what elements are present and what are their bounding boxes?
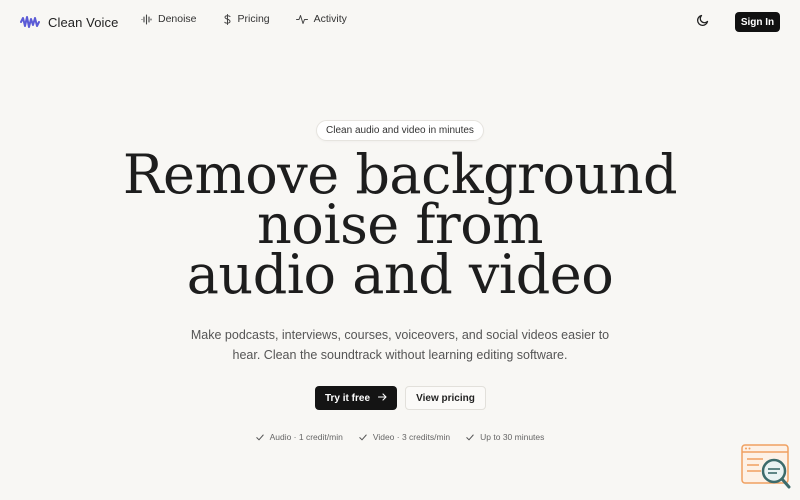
- feature-label: Up to 30 minutes: [480, 432, 545, 442]
- feature-label: Video · 3 credits/min: [372, 432, 451, 442]
- brand-name: Clean Voice: [48, 14, 119, 30]
- check-icon: [466, 434, 474, 441]
- hero-headline: Remove background noise from audio and v…: [0, 148, 800, 306]
- feature-item: Up to 30 minutes: [466, 432, 544, 442]
- hero-subtitle: Make podcasts, interviews, courses, voic…: [190, 328, 610, 362]
- activity-icon: [295, 14, 308, 25]
- feedback-widget-button[interactable]: [741, 444, 791, 490]
- check-icon: [359, 434, 367, 441]
- try-it-free-button[interactable]: Try it free: [315, 386, 397, 410]
- check-icon: [255, 434, 264, 441]
- feature-list: Audio · 1 credit/min Video · 3 credits/m…: [0, 432, 800, 442]
- feature-label: Audio · 1 credit/min: [269, 432, 343, 442]
- nav-item-denoise[interactable]: Denoise: [141, 13, 197, 25]
- view-pricing-button[interactable]: View pricing: [405, 386, 486, 410]
- top-navbar: Clean Voice Denoise Pricing Activity Sig…: [0, 0, 800, 44]
- nav-label: Activity: [313, 13, 347, 25]
- moon-icon: [696, 13, 710, 32]
- nav-label: Pricing: [237, 13, 270, 25]
- main-nav: Denoise Pricing Activity: [141, 13, 347, 25]
- hero-badge: Clean audio and video in minutes: [316, 120, 484, 141]
- brand-link[interactable]: Clean Voice: [20, 12, 118, 32]
- dollar-icon: [223, 13, 232, 25]
- arrow-right-icon: [377, 392, 387, 404]
- nav-item-pricing[interactable]: Pricing: [223, 13, 270, 25]
- waveform-icon: [141, 13, 152, 25]
- theme-toggle-button[interactable]: [693, 12, 713, 32]
- nav-item-activity[interactable]: Activity: [295, 13, 347, 25]
- sign-in-button[interactable]: Sign In: [735, 12, 780, 32]
- waveform-logo-icon: [20, 15, 40, 29]
- headline-line: audio and video: [186, 243, 614, 306]
- feature-item: Video · 3 credits/min: [359, 432, 450, 442]
- button-label: Try it free: [324, 392, 371, 404]
- nav-label: Denoise: [158, 13, 197, 25]
- document-search-icon: [741, 444, 791, 494]
- feature-item: Audio · 1 credit/min: [255, 432, 343, 442]
